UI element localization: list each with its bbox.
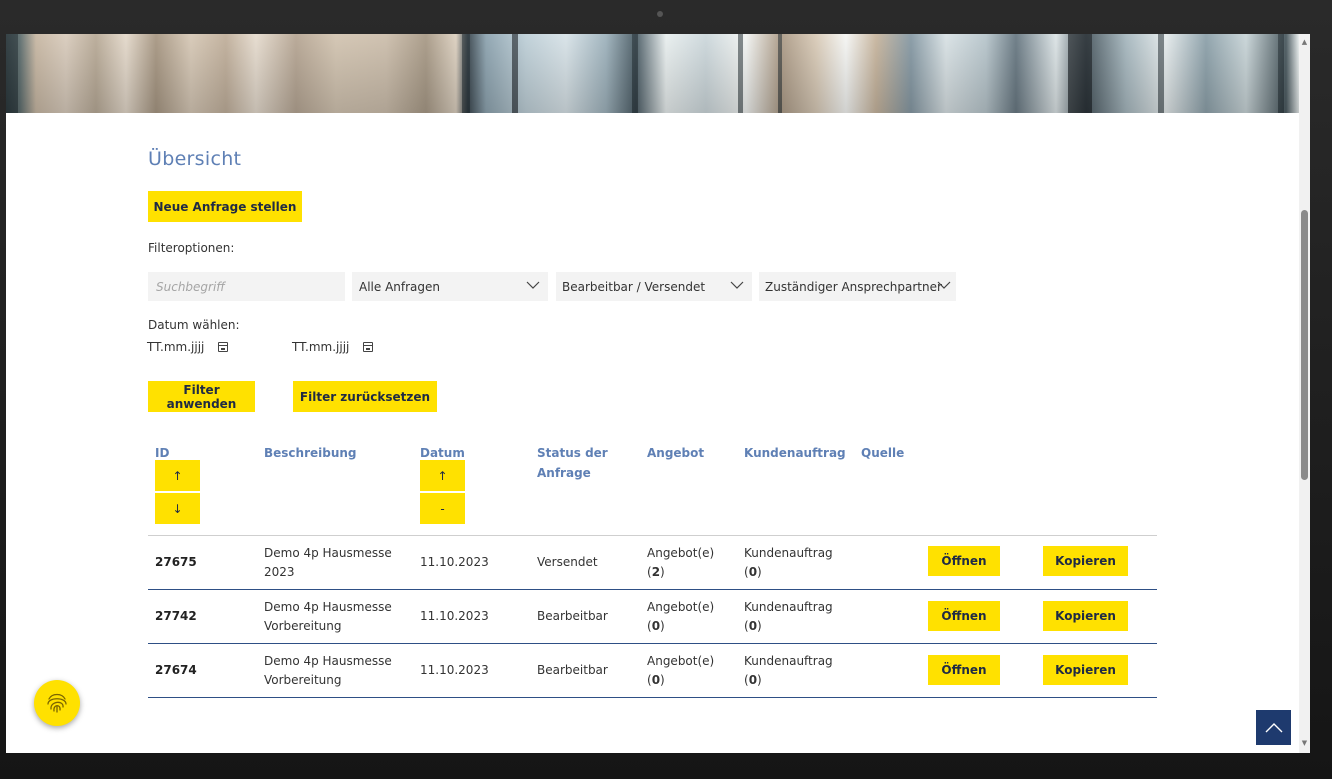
row-id: 27675	[155, 555, 197, 569]
row-order-label: Kundenauftrag	[744, 654, 833, 668]
row-status: Bearbeitbar	[537, 609, 608, 623]
row-order-count-wrap: (0)	[744, 619, 762, 633]
sort-id-descending-button[interactable]: ↓	[155, 493, 200, 524]
row-date: 11.10.2023	[420, 663, 489, 677]
row-divider	[148, 643, 1157, 644]
requests-select-value: Alle Anfragen	[359, 279, 441, 294]
chevron-down-icon	[730, 281, 744, 289]
row-date: 11.10.2023	[420, 555, 489, 569]
column-header-offer: Angebot	[647, 446, 705, 460]
row-order-label: Kundenauftrag	[744, 546, 833, 560]
table-header-divider	[148, 535, 1157, 536]
back-to-top-button[interactable]	[1256, 710, 1291, 745]
contact-select-value: Zuständiger Ansprechpartner	[765, 279, 942, 294]
row-divider	[148, 589, 1157, 590]
calendar-icon[interactable]	[363, 342, 374, 352]
column-header-status-line2: Anfrage	[537, 466, 591, 480]
fingerprint-icon	[47, 693, 67, 713]
date-from-value: TT.mm.jjjj	[147, 340, 205, 354]
open-button[interactable]: Öffnen	[928, 655, 1000, 685]
contact-select[interactable]: Zuständiger Ansprechpartner	[759, 272, 956, 301]
row-description: Demo 4p Hausmesse 2023	[264, 544, 392, 582]
row-description-line1: Demo 4p Hausmesse	[264, 546, 392, 560]
row-offer-count-wrap: (0)	[647, 673, 665, 687]
row-offer: Angebot(e) (0)	[647, 598, 714, 636]
row-offer-label: Angebot(e)	[647, 546, 715, 560]
date-to-value: TT.mm.jjjj	[292, 340, 350, 354]
row-offer: Angebot(e) (0)	[647, 652, 714, 690]
date-from-input[interactable]: TT.mm.jjjj	[147, 340, 229, 354]
chevron-down-icon	[526, 281, 540, 289]
row-offer-count: 0	[651, 619, 661, 633]
header-banner-image	[6, 34, 1299, 113]
row-offer: Angebot(e) (2)	[647, 544, 714, 582]
date-label: Datum wählen:	[148, 318, 240, 332]
row-order-count-wrap: (0)	[744, 673, 762, 687]
row-customer-order: Kundenauftrag (0)	[744, 652, 833, 690]
row-order-count: 0	[748, 673, 758, 687]
calendar-icon[interactable]	[218, 342, 229, 352]
row-id: 27674	[155, 663, 197, 677]
column-header-source: Quelle	[861, 446, 905, 460]
row-description: Demo 4p Hausmesse Vorbereitung	[264, 598, 392, 636]
copy-button[interactable]: Kopieren	[1043, 601, 1128, 631]
open-button[interactable]: Öffnen	[928, 601, 1000, 631]
row-order-count: 0	[748, 565, 758, 579]
row-order-label: Kundenauftrag	[744, 600, 833, 614]
sort-date-ascending-button[interactable]: ↑	[420, 460, 465, 491]
browser-viewport: ▲ ▼ Übersicht Neue Anfrage stellen Filte…	[6, 34, 1310, 753]
requests-select[interactable]: Alle Anfragen	[352, 272, 548, 301]
row-description-line1: Demo 4p Hausmesse	[264, 600, 392, 614]
column-header-status-line1: Status der	[537, 446, 608, 460]
row-customer-order: Kundenauftrag (0)	[744, 598, 833, 636]
search-input[interactable]	[148, 272, 345, 301]
row-description-line2: Vorbereitung	[264, 673, 342, 687]
new-request-button[interactable]: Neue Anfrage stellen	[148, 191, 302, 222]
fingerprint-button[interactable]	[34, 680, 80, 726]
page-title: Übersicht	[148, 148, 242, 170]
row-description: Demo 4p Hausmesse Vorbereitung	[264, 652, 392, 690]
chevron-down-icon	[937, 281, 951, 289]
scrollbar-thumb[interactable]	[1301, 210, 1308, 480]
row-offer-count-wrap: (0)	[647, 619, 665, 633]
row-offer-label: Angebot(e)	[647, 600, 715, 614]
row-order-count: 0	[748, 619, 758, 633]
row-divider	[148, 697, 1157, 698]
status-select-value: Bearbeitbar / Versendet	[562, 279, 706, 294]
row-description-line1: Demo 4p Hausmesse	[264, 654, 392, 668]
sort-id-ascending-button[interactable]: ↑	[155, 460, 200, 491]
row-status: Bearbeitbar	[537, 663, 608, 677]
row-offer-count: 2	[651, 565, 661, 579]
open-button[interactable]: Öffnen	[928, 546, 1000, 576]
column-header-status: Status der Anfrage	[537, 443, 608, 483]
row-status: Versendet	[537, 555, 598, 569]
row-offer-count-wrap: (2)	[647, 565, 665, 579]
reset-filter-button[interactable]: Filter zurücksetzen	[293, 381, 437, 412]
scroll-up-arrow[interactable]: ▲	[1301, 39, 1308, 46]
row-offer-count: 0	[651, 673, 661, 687]
row-id: 27742	[155, 609, 197, 623]
column-header-description: Beschreibung	[264, 446, 357, 460]
column-header-customer-order: Kundenauftrag	[744, 446, 846, 460]
row-description-line2: Vorbereitung	[264, 619, 342, 633]
row-customer-order: Kundenauftrag (0)	[744, 544, 833, 582]
sort-date-neutral-button[interactable]: -	[420, 493, 465, 524]
scroll-down-arrow[interactable]: ▼	[1301, 740, 1308, 747]
camera-dot	[657, 11, 663, 17]
copy-button[interactable]: Kopieren	[1043, 546, 1128, 576]
copy-button[interactable]: Kopieren	[1043, 655, 1128, 685]
status-select[interactable]: Bearbeitbar / Versendet	[556, 272, 752, 301]
row-description-line2: 2023	[264, 565, 295, 579]
row-date: 11.10.2023	[420, 609, 489, 623]
apply-filter-button[interactable]: Filter anwenden	[148, 381, 255, 412]
row-offer-label: Angebot(e)	[647, 654, 715, 668]
filter-options-label: Filteroptionen:	[148, 241, 235, 255]
date-to-input[interactable]: TT.mm.jjjj	[292, 340, 374, 354]
chevron-up-icon	[1265, 722, 1282, 732]
row-order-count-wrap: (0)	[744, 565, 762, 579]
